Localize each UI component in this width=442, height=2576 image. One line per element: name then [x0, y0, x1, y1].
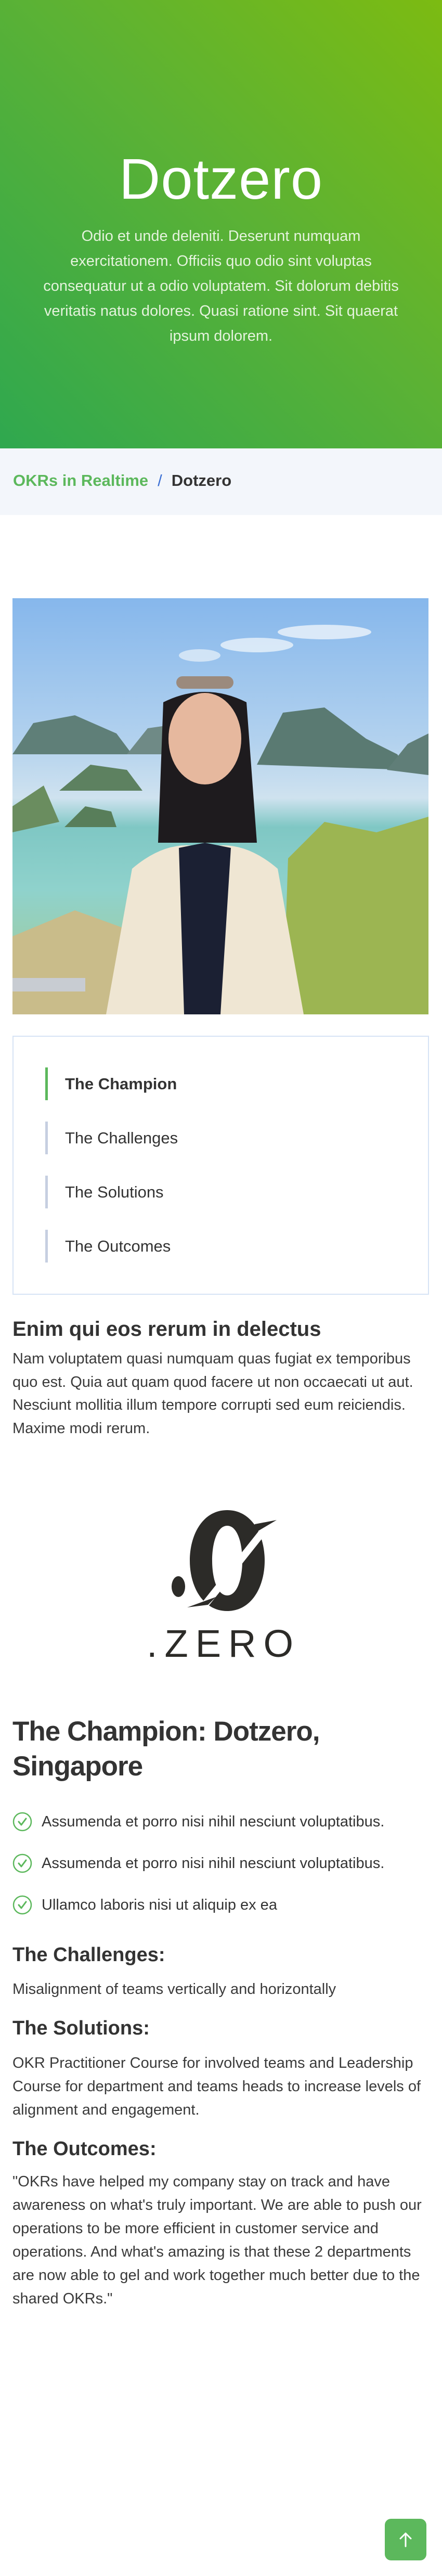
hero-description: Odio et unde deleniti. Deserunt numquam … — [43, 228, 399, 344]
dotzero-logo: .ZERO — [135, 1503, 312, 1665]
check-circle-icon — [12, 1853, 32, 1873]
champion-photo — [12, 598, 428, 1014]
checklist-text: Assumenda et porro nisi nihil nesciunt v… — [42, 1855, 385, 1872]
checklist-item: Assumenda et porro nisi nihil nesciunt v… — [12, 1852, 428, 1875]
intro-text: Nam voluptatem quasi numquam quas fugiat… — [12, 1350, 413, 1437]
photo-illustration — [12, 625, 428, 1014]
solutions-text: OKR Practitioner Course for involved tea… — [12, 2055, 421, 2118]
outcomes-text: "OKRs have helped my company stay on tra… — [12, 2173, 422, 2307]
breadcrumb-link-okrs-in-realtime[interactable]: OKRs in Realtime — [13, 471, 148, 490]
toc-item-the-champion[interactable]: The Champion — [45, 1067, 357, 1100]
checklist-item: Ullamco laboris nisi ut aliquip ex ea — [12, 1894, 428, 1916]
breadcrumb: OKRs in Realtime / Dotzero — [0, 448, 442, 515]
challenges-heading: The Challenges: — [12, 1944, 165, 1966]
logo-wordmark: .ZERO — [147, 1622, 301, 1665]
check-circle-icon — [12, 1895, 32, 1915]
champion-heading: The Champion: Dotzero, Singapore — [12, 1716, 320, 1782]
table-of-contents: The Champion The Challenges The Solution… — [12, 1036, 429, 1295]
page-title: Dotzero — [119, 147, 323, 211]
intro-heading: Enim qui eos rerum in delectus — [12, 1318, 321, 1341]
breadcrumb-current: Dotzero — [171, 471, 232, 490]
toc-item-the-solutions[interactable]: The Solutions — [45, 1176, 357, 1208]
toc-item-the-challenges[interactable]: The Challenges — [45, 1122, 357, 1154]
arrow-up-icon — [399, 2532, 412, 2547]
checklist-item: Assumenda et porro nisi nihil nesciunt v… — [12, 1810, 428, 1833]
check-circle-icon — [12, 1812, 32, 1832]
checklist-text: Assumenda et porro nisi nihil nesciunt v… — [42, 1813, 385, 1830]
hero-banner: Dotzero Odio et unde deleniti. Deserunt … — [0, 0, 442, 448]
breadcrumb-separator: / — [158, 471, 162, 490]
solutions-heading: The Solutions: — [12, 2017, 150, 2039]
outcomes-heading: The Outcomes: — [12, 2138, 157, 2160]
checklist-text: Ullamco laboris nisi ut aliquip ex ea — [42, 1897, 277, 1913]
back-to-top-button[interactable] — [385, 2519, 426, 2560]
toc-item-the-outcomes[interactable]: The Outcomes — [45, 1230, 357, 1263]
challenges-text: Misalignment of teams vertically and hor… — [12, 1981, 336, 1998]
